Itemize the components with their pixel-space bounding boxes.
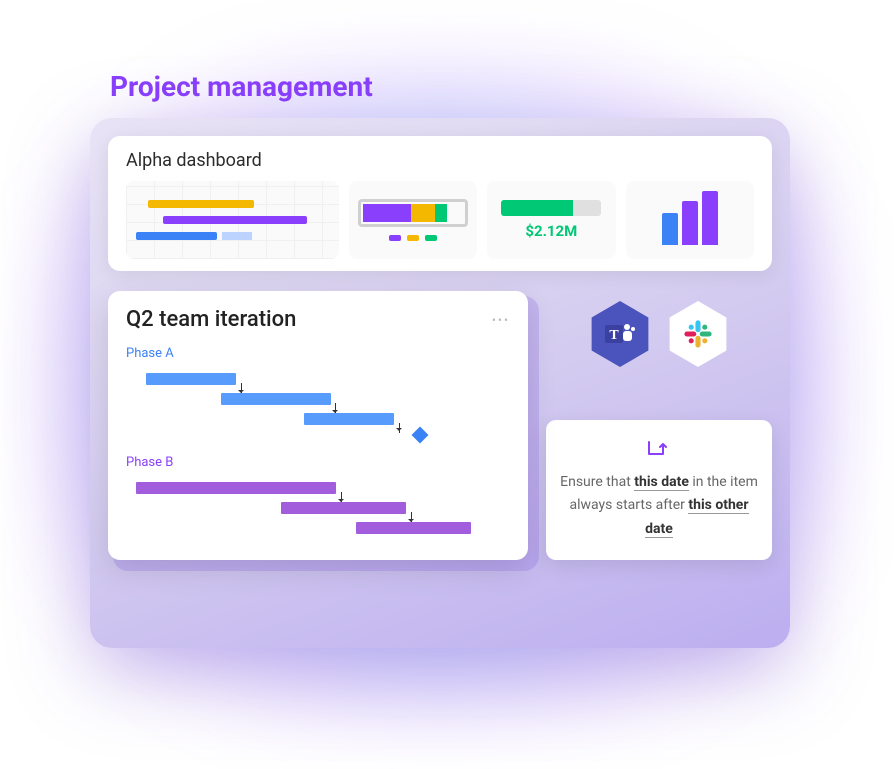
automation-text: Ensure that this date in the item always… (560, 471, 758, 542)
milestone-icon[interactable] (412, 427, 429, 444)
revenue-value: $2.12M (525, 222, 577, 240)
legend-dot-yellow (407, 235, 419, 241)
mini-bar-blue (136, 232, 217, 240)
battery-seg-yellow (411, 204, 435, 222)
gantt-bar-a1[interactable] (146, 373, 236, 385)
ms-teams-icon: T (602, 316, 638, 352)
gantt-bar-b2[interactable] (281, 502, 406, 514)
dependency-arrow-icon (392, 423, 400, 433)
right-column: T (546, 291, 772, 560)
battery-seg-green (435, 204, 447, 222)
more-icon[interactable]: ••• (492, 313, 510, 327)
gantt-card: Q2 team iteration ••• Phase A Phase B (108, 291, 528, 560)
integrations-row: T (546, 301, 772, 367)
automation-arrow-icon (560, 438, 758, 463)
mini-bar-purple (163, 216, 308, 224)
widget-revenue[interactable]: $2.12M (487, 181, 615, 259)
revenue-bar (501, 200, 601, 216)
revenue-bar-fill (501, 200, 573, 216)
phase-b-label: Phase B (126, 455, 510, 470)
gantt-bar-a2[interactable] (221, 393, 331, 405)
mini-bar-yellow (148, 200, 254, 208)
widget-battery[interactable] (349, 181, 477, 259)
battery-outer (358, 199, 468, 227)
bar-3 (702, 191, 718, 245)
legend-dot-green (425, 235, 437, 241)
battery-seg-purple (363, 204, 411, 222)
dashboard-card: Alpha dashboard (108, 136, 772, 271)
widget-row: $2.12M (126, 181, 754, 259)
gantt-bar-b3[interactable] (356, 522, 471, 534)
automation-card[interactable]: Ensure that this date in the item always… (546, 420, 772, 560)
bar-1 (662, 213, 678, 245)
gantt-bar-b1[interactable] (136, 482, 336, 494)
legend-dot-purple (389, 235, 401, 241)
dashboard-title: Alpha dashboard (126, 150, 754, 171)
page-title: Project management (110, 70, 373, 103)
svg-text:T: T (609, 328, 619, 343)
slack-icon (681, 317, 715, 351)
slack-integration-icon[interactable] (665, 301, 731, 367)
gantt-bar-a3[interactable] (304, 413, 394, 425)
widget-bar-chart[interactable] (626, 181, 754, 259)
automation-field-1[interactable]: this date (634, 474, 689, 491)
teams-integration-icon[interactable]: T (587, 301, 653, 367)
phase-a-label: Phase A (126, 346, 510, 361)
widget-timeline-mini[interactable] (126, 181, 339, 259)
dashboard-window: Alpha dashboard (90, 118, 790, 648)
phase-a-bars (126, 369, 510, 441)
gantt-title: Q2 team iteration (126, 307, 296, 332)
lower-row: Q2 team iteration ••• Phase A Phase B (108, 291, 772, 560)
battery-legend (389, 235, 437, 241)
bar-2 (682, 201, 698, 245)
gantt-header: Q2 team iteration ••• (126, 307, 510, 332)
phase-b-bars (126, 478, 510, 540)
